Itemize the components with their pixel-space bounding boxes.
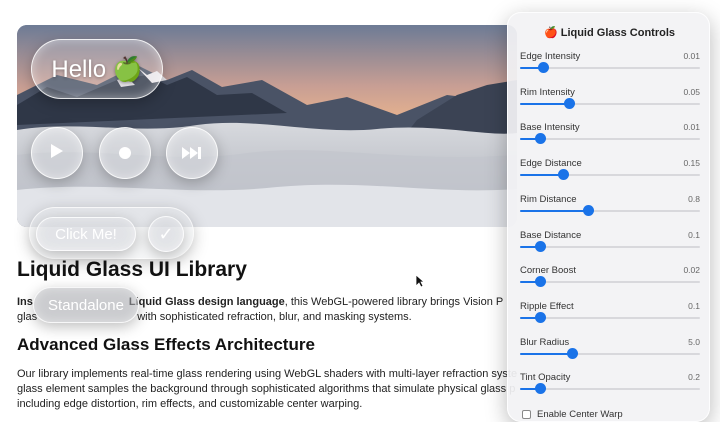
slider-label: Edge Intensity [520,51,581,62]
slider-tint-opacity[interactable]: Tint Opacity 0.2 [520,372,700,406]
slider-thumb[interactable] [567,347,579,359]
slider-label: Rim Distance [520,193,577,205]
center-warp-label: Enable Center Warp [537,409,623,420]
slider-thumb[interactable] [558,169,570,181]
slider-track[interactable] [520,133,700,145]
slider-label: Ripple Effect [520,300,574,312]
slider-thumb[interactable] [563,97,575,109]
intro-text-1a: Ins [17,296,33,308]
slider-value: 0.01 [683,51,700,61]
section-paragraph: Our library implements real-time glass r… [17,367,518,412]
click-me-button[interactable]: Click Me! [36,217,136,251]
standalone-label: Standalone [48,296,124,314]
slider-value: 0.1 [688,300,700,311]
slider-label: Base Intensity [520,122,580,134]
check-button[interactable]: ✓ [148,216,184,252]
slider-label: Rim Intensity [520,86,575,98]
slider-base-distance[interactable]: Base Distance 0.1 [520,230,700,264]
hello-button[interactable]: Hello 🍏 [31,39,163,99]
slider-track[interactable] [520,97,700,109]
slider-edge-distance[interactable]: Edge Distance 0.15 [520,158,700,192]
intro-text-2b: with sophisticated refraction, blur, and… [137,311,412,323]
para-line: glass element samples the background thr… [17,383,516,395]
slider-rim-intensity[interactable]: Rim Intensity 0.05 [520,87,700,121]
slider-track[interactable] [520,347,700,359]
button-group: Click Me! ✓ [29,207,194,259]
slider-thumb[interactable] [534,383,546,395]
slider-value: 0.05 [683,86,700,97]
slider-track[interactable] [520,204,700,216]
slider-label: Base Distance [520,229,582,241]
slider-base-intensity[interactable]: Base Intensity 0.01 [520,122,700,156]
slider-blur-radius[interactable]: Blur Radius 5.0 [520,337,700,371]
slider-fill [520,209,589,212]
record-button[interactable] [99,127,151,179]
slider-edge-intensity[interactable]: Edge Intensity 0.01 [520,51,700,85]
play-button[interactable] [31,127,83,179]
intro-emphasis: Liquid Glass design language [128,296,285,308]
controls-panel: 🍎 Liquid Glass Controls Edge Intensity 0.… [507,12,710,422]
para-line: including edge distortion, rim effects, … [17,398,363,410]
slider-rim-distance[interactable]: Rim Distance 0.8 [520,194,700,228]
slider-value: 5.0 [688,336,700,347]
click-me-label: Click Me! [55,225,117,243]
page-title: Liquid Glass UI Library [17,258,247,281]
section-title: Advanced Glass Effects Architecture [17,335,315,354]
slider-track[interactable] [520,383,700,395]
slider-value: 0.1 [688,229,700,240]
slider-fill [520,102,569,105]
slider-value: 0.2 [688,372,700,383]
slider-thumb[interactable] [534,240,546,252]
play-icon [50,143,64,164]
panel-title: 🍎 Liquid Glass Controls [543,27,676,39]
intro-text-1c: , this WebGL-powered library brings Visi… [284,296,504,308]
checkbox-icon[interactable] [522,409,531,419]
skip-forward-button[interactable] [166,127,218,179]
slider-thumb[interactable] [534,276,546,288]
slider-fill [520,352,573,355]
center-warp-checkbox[interactable]: Enable Center Warp [522,409,623,420]
hello-label: Hello 🍏 [51,55,143,83]
slider-value: 0.01 [683,122,700,133]
slider-label: Corner Boost [520,265,576,277]
check-icon: ✓ [158,223,174,244]
standalone-button[interactable]: Standalone [33,287,139,323]
slider-label: Edge Distance [520,158,582,170]
slider-corner-boost[interactable]: Corner Boost 0.02 [520,265,700,299]
slider-fill [520,174,564,177]
record-icon [119,143,131,164]
slider-label: Blur Radius [520,336,570,348]
slider-track[interactable] [520,240,700,252]
slider-thumb[interactable] [534,311,546,323]
mouse-cursor-icon [415,274,426,293]
slider-thumb[interactable] [583,204,595,216]
slider-track[interactable] [520,169,700,181]
slider-value: 0.8 [688,193,700,204]
slider-value: 0.15 [683,158,700,169]
slider-value: 0.02 [683,265,700,276]
slider-track[interactable] [520,276,700,288]
slider-track[interactable] [520,311,700,323]
slider-thumb[interactable] [538,62,550,73]
slider-label: Tint Opacity [520,372,571,384]
slider-ripple-effect[interactable]: Ripple Effect 0.1 [520,301,700,335]
slider-track[interactable] [520,62,700,73]
para-line: Our library implements real-time glass r… [17,368,518,380]
skip-forward-icon [182,143,202,164]
slider-thumb[interactable] [534,133,546,145]
